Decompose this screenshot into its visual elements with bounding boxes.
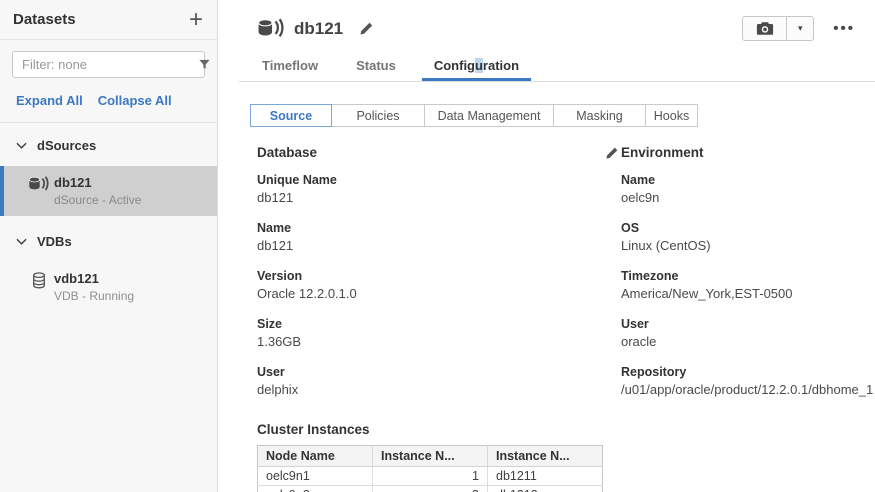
dsource-icon bbox=[257, 18, 284, 39]
field-unique-name: Unique Name db121 bbox=[257, 172, 621, 206]
tab-status[interactable]: Status bbox=[344, 52, 408, 81]
field-repository: Repository /u01/app/oracle/product/12.2.… bbox=[621, 364, 875, 398]
section-label: VDBs bbox=[37, 234, 72, 249]
column-instance-number[interactable]: Instance N... bbox=[373, 446, 488, 467]
field-timezone: Timezone America/New_York,EST-0500 bbox=[621, 268, 875, 302]
snapshot-dropdown-caret[interactable]: ▾ bbox=[786, 17, 813, 40]
field-size: Size 1.36GB bbox=[257, 316, 621, 350]
camera-icon[interactable] bbox=[743, 17, 786, 40]
collapse-all-link[interactable]: Collapse All bbox=[98, 93, 172, 108]
edit-database-icon[interactable] bbox=[605, 146, 619, 160]
filter-box bbox=[12, 51, 205, 78]
cluster-instances-section: Cluster Instances Node Name Instance N..… bbox=[218, 412, 875, 492]
table-header-row: Node Name Instance N... Instance N... bbox=[258, 446, 603, 467]
database-heading: Database bbox=[257, 145, 317, 160]
datasets-sidebar: Datasets + Expand All Collapse All dSour… bbox=[0, 0, 218, 492]
tree-item-text: vdb121 VDB - Running bbox=[54, 271, 134, 303]
environment-header-row: Environment bbox=[621, 145, 875, 160]
database-section: Database Unique Name db121 Name db121 Ve… bbox=[257, 145, 621, 412]
cell-instance-name: db1211 bbox=[488, 467, 603, 486]
subtab-policies[interactable]: Policies bbox=[331, 104, 425, 127]
subtab-hooks[interactable]: Hooks bbox=[645, 104, 698, 127]
main-panel: db121 ▾ ••• bbox=[218, 0, 875, 492]
field-user: User delphix bbox=[257, 364, 621, 398]
sidebar-section-vdbs[interactable]: VDBs bbox=[0, 216, 217, 262]
database-header-row: Database bbox=[257, 145, 621, 160]
cluster-instances-table: Node Name Instance N... Instance N... oe… bbox=[257, 445, 603, 492]
sidebar-header: Datasets + bbox=[0, 0, 217, 40]
cell-node-name: oelc9n1 bbox=[258, 467, 373, 486]
edit-name-icon[interactable] bbox=[359, 21, 374, 36]
cell-instance-name: db1212 bbox=[488, 486, 603, 492]
sidebar-item-db121[interactable]: db121 dSource - Active bbox=[0, 166, 217, 216]
snapshot-split-button: ▾ bbox=[742, 16, 814, 41]
filter-icon[interactable] bbox=[198, 58, 211, 71]
cell-instance-number: 2 bbox=[373, 486, 488, 492]
tree-item-title: db121 bbox=[54, 175, 141, 190]
main-tabs: Timeflow Status Configuration bbox=[239, 52, 875, 82]
tab-configuration[interactable]: Configuration bbox=[422, 52, 531, 81]
main-header: db121 ▾ ••• bbox=[218, 0, 875, 42]
subtab-data-management[interactable]: Data Management bbox=[424, 104, 554, 127]
sidebar-section-dsources[interactable]: dSources bbox=[0, 123, 217, 166]
tree-controls: Expand All Collapse All bbox=[0, 86, 217, 123]
field-version: Version Oracle 12.2.0.1.0 bbox=[257, 268, 621, 302]
cell-node-name: oelc9n2 bbox=[258, 486, 373, 492]
vdb-icon bbox=[28, 271, 54, 289]
field-env-user: User oracle bbox=[621, 316, 875, 350]
subtab-source[interactable]: Source bbox=[250, 104, 332, 127]
field-os: OS Linux (CentOS) bbox=[621, 220, 875, 254]
add-dataset-button[interactable]: + bbox=[189, 10, 203, 30]
environment-heading: Environment bbox=[621, 145, 704, 160]
expand-all-link[interactable]: Expand All bbox=[16, 93, 83, 108]
table-row: oelc9n1 1 db1211 bbox=[258, 467, 603, 486]
field-env-name: Name oelc9n bbox=[621, 172, 875, 206]
cluster-instances-heading: Cluster Instances bbox=[257, 422, 875, 437]
tree-item-text: db121 dSource - Active bbox=[54, 175, 141, 207]
source-content: Database Unique Name db121 Name db121 Ve… bbox=[218, 127, 875, 412]
environment-section: Environment Name oelc9n OS Linux (CentOS… bbox=[621, 145, 875, 412]
sidebar-title: Datasets bbox=[13, 11, 76, 28]
column-node-name[interactable]: Node Name bbox=[258, 446, 373, 467]
app-window: Datasets + Expand All Collapse All dSour… bbox=[0, 0, 875, 492]
page-title: db121 bbox=[294, 19, 343, 39]
chevron-down-icon bbox=[16, 142, 27, 149]
column-instance-name[interactable]: Instance N... bbox=[488, 446, 603, 467]
cell-instance-number: 1 bbox=[373, 467, 488, 486]
tree-item-title: vdb121 bbox=[54, 271, 134, 286]
tree-item-subtitle: dSource - Active bbox=[54, 193, 141, 207]
field-name: Name db121 bbox=[257, 220, 621, 254]
tree-item-subtitle: VDB - Running bbox=[54, 289, 134, 303]
tab-timeflow[interactable]: Timeflow bbox=[250, 52, 330, 81]
table-row: oelc9n2 2 db1212 bbox=[258, 486, 603, 492]
chevron-down-icon bbox=[16, 238, 27, 245]
header-actions: ▾ ••• bbox=[742, 16, 865, 41]
section-label: dSources bbox=[37, 138, 96, 153]
filter-input[interactable] bbox=[22, 57, 198, 72]
dsource-icon bbox=[28, 175, 54, 192]
sidebar-item-vdb121[interactable]: vdb121 VDB - Running bbox=[0, 262, 217, 312]
configuration-subtabs: Source Policies Data Management Masking … bbox=[250, 104, 875, 127]
subtab-masking[interactable]: Masking bbox=[553, 104, 646, 127]
more-menu-icon[interactable]: ••• bbox=[833, 24, 855, 34]
